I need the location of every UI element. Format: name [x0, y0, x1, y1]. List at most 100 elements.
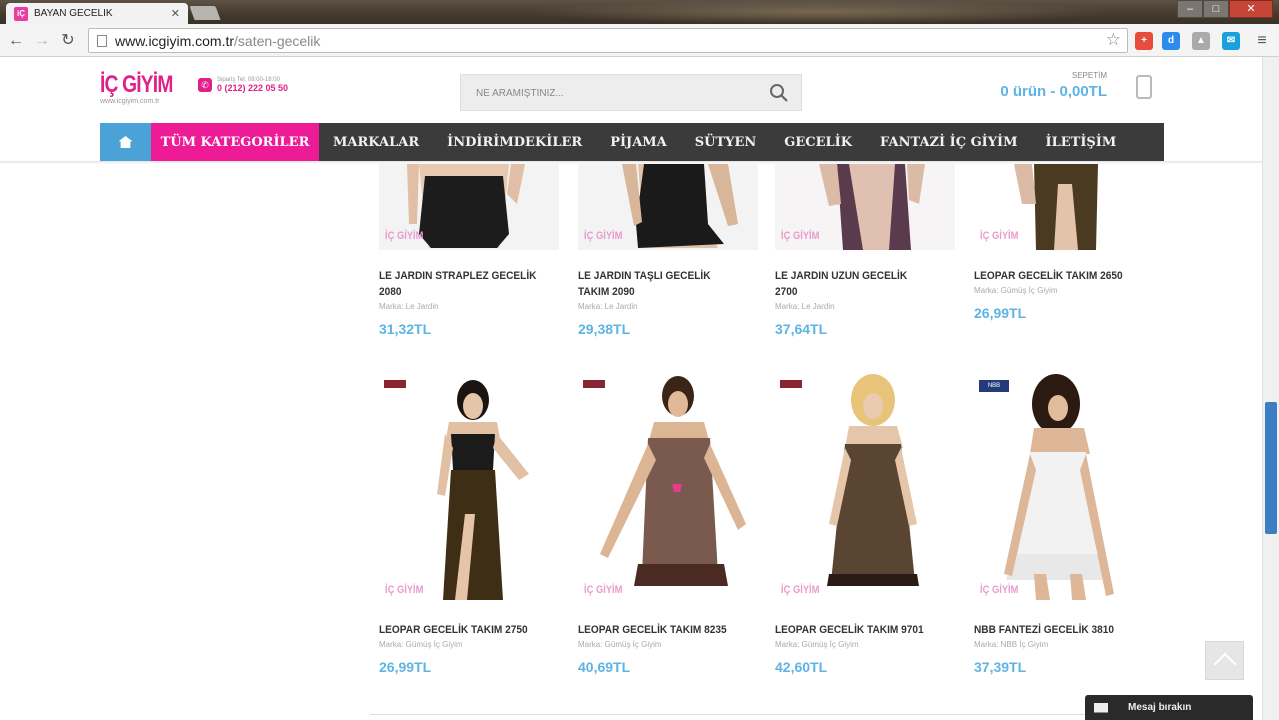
product-price: 37,64TL [775, 321, 828, 337]
product-image[interactable]: NBB İÇ GİYİM [974, 374, 1154, 604]
product-card[interactable]: İÇ GİYİM LEOPAR GECELİK TAKIM 8235 Marka… [578, 374, 758, 675]
menu-item-markalar[interactable]: MARKALAR [319, 123, 433, 161]
product-card[interactable]: İÇ GİYİM LE JARDIN STRAPLEZ GECELİK 2080 … [379, 164, 559, 337]
product-photo [600, 376, 746, 586]
browser-tab[interactable]: iÇ BAYAN GECELİK ✕ [6, 3, 188, 24]
envelope-icon [1094, 702, 1108, 713]
product-card[interactable]: NBB İÇ GİYİM NBB FANTEZİ GECELİK 3810 Ma… [974, 374, 1154, 675]
product-name[interactable]: LEOPAR GECELİK TAKIM 8235 [578, 622, 744, 638]
product-photo [827, 374, 919, 586]
product-brand: Marka: Le Jardin [379, 302, 439, 311]
product-name[interactable]: LEOPAR GECELİK TAKIM 2650 [974, 268, 1140, 284]
product-card[interactable]: İÇ GİYİM LE JARDIN UZUN GECELİK 2700 Mark… [775, 164, 955, 337]
site-logo[interactable]: İÇ GİYİM www.icgiyim.com.tr [100, 71, 191, 105]
browser-toolbar: ← → ↻ www.icgiyim.com.tr/saten-gecelik ☆… [0, 24, 1279, 57]
product-image[interactable]: İÇ GİYİM [775, 374, 955, 604]
extension-icon-4[interactable]: ✉ [1222, 32, 1240, 50]
leave-message-button[interactable]: Mesaj bırakın [1085, 695, 1253, 720]
product-photo [1004, 374, 1114, 600]
page-icon [97, 34, 107, 47]
extension-icon-2[interactable]: d [1162, 32, 1180, 50]
watermark-logo: İÇ GİYİM [385, 584, 424, 596]
product-price: 29,38TL [578, 321, 631, 337]
menu-item-iletisim[interactable]: İLETİŞİM [1032, 123, 1131, 161]
product-brand: Marka: Gümüş İç Giyim [578, 640, 662, 649]
extension-icon-3[interactable]: ▲ [1192, 32, 1210, 50]
main-menu: TÜM KATEGORİLER MARKALAR İNDİRİMDEKİLER … [100, 123, 1164, 161]
product-name[interactable]: LE JARDIN STRAPLEZ GECELİK 2080 [379, 268, 545, 300]
search-icon[interactable] [769, 83, 789, 103]
product-brand: Marka: Gümüş İç Giyim [379, 640, 463, 649]
product-card[interactable]: İÇ GİYİM LEOPAR GECELİK TAKIM 2750 Marka… [379, 374, 559, 675]
product-badge [384, 380, 406, 388]
menu-item-pijama[interactable]: PİJAMA [596, 123, 681, 161]
bookmark-star-icon[interactable]: ☆ [1106, 30, 1121, 50]
product-card[interactable]: İÇ GİYİM LE JARDIN TAŞLI GECELİK TAKIM 20… [578, 164, 758, 337]
product-price: 42,60TL [775, 659, 828, 675]
shopping-bag-icon[interactable] [1136, 75, 1152, 99]
product-image[interactable]: İÇ GİYİM [578, 374, 758, 604]
url-text: www.icgiyim.com.tr/saten-gecelik [115, 32, 321, 49]
menu-item-indirimdekiler[interactable]: İNDİRİMDEKİLER [433, 123, 596, 161]
new-tab-button[interactable] [189, 6, 221, 20]
product-price: 40,69TL [578, 659, 631, 675]
product-price: 37,39TL [974, 659, 1027, 675]
content-divider [370, 714, 1150, 715]
watermark-logo: İÇ GİYİM [781, 584, 820, 596]
menu-item-fantazi[interactable]: FANTAZİ İÇ GİYİM [866, 123, 1031, 161]
site-header: İÇ GİYİM www.icgiyim.com.tr ✆ Sipariş Te… [0, 57, 1262, 161]
scroll-to-top-button[interactable] [1205, 641, 1244, 680]
cart-summary[interactable]: SEPETİM 0 ürün - 0,00TL [985, 71, 1107, 100]
address-bar[interactable]: www.icgiyim.com.tr/saten-gecelik ☆ [88, 28, 1128, 53]
product-badge: NBB [979, 380, 1009, 392]
tab-title: BAYAN GECELİK [34, 8, 113, 19]
watermark-logo: İÇ GİYİM [584, 230, 623, 242]
product-card[interactable]: İÇ GİYİM LEOPAR GECELİK TAKIM 9701 Marka… [775, 374, 955, 675]
home-icon [118, 136, 133, 148]
watermark-logo: İÇ GİYİM [781, 230, 820, 242]
product-brand: Marka: Le Jardin [775, 302, 835, 311]
menu-home[interactable] [100, 123, 151, 161]
phone-number: 0 (212) 222 05 50 [217, 83, 289, 93]
product-name[interactable]: NBB FANTEZİ GECELİK 3810 [974, 622, 1140, 638]
logo-text: İÇ GİYİM [100, 71, 173, 98]
product-price: 31,32TL [379, 321, 432, 337]
product-card[interactable]: İÇ GİYİM LEOPAR GECELİK TAKIM 2650 Marka… [974, 164, 1154, 321]
window-close-button[interactable]: ✕ [1229, 0, 1273, 18]
tab-strip-background [520, 0, 1120, 24]
product-brand: Marka: NBB İç Giyim [974, 640, 1049, 649]
product-badge [780, 380, 802, 388]
forward-arrow-icon[interactable]: → [32, 31, 52, 51]
product-image[interactable]: İÇ GİYİM [578, 164, 758, 250]
product-image[interactable]: İÇ GİYİM [379, 374, 559, 604]
reload-icon[interactable]: ↻ [58, 31, 78, 51]
watermark-logo: İÇ GİYİM [584, 584, 623, 596]
watermark-logo: İÇ GİYİM [980, 230, 1019, 242]
product-name[interactable]: LEOPAR GECELİK TAKIM 2750 [379, 622, 545, 638]
watermark-logo: İÇ GİYİM [385, 230, 424, 242]
page-scrollbar[interactable] [1262, 57, 1279, 720]
scrollbar-thumb[interactable] [1265, 402, 1277, 534]
product-name[interactable]: LE JARDIN TAŞLI GECELİK TAKIM 2090 [578, 268, 744, 300]
chrome-menu-icon[interactable]: ≡ [1252, 31, 1272, 51]
phone-contact: ✆ Sipariş Tel: 09:00-18:00 0 (212) 222 0… [198, 77, 288, 93]
menu-all-categories[interactable]: TÜM KATEGORİLER [151, 123, 319, 161]
menu-item-sutyen[interactable]: SÜTYEN [681, 123, 770, 161]
product-badge [583, 380, 605, 388]
product-name[interactable]: LE JARDIN UZUN GECELİK 2700 [775, 268, 941, 300]
product-price: 26,99TL [974, 305, 1027, 321]
product-image[interactable]: İÇ GİYİM [974, 164, 1154, 250]
maximize-button[interactable]: □ [1203, 0, 1229, 18]
extension-icon-1[interactable]: + [1135, 32, 1153, 50]
product-image[interactable]: İÇ GİYİM [775, 164, 955, 250]
menu-item-gecelik[interactable]: GECELİK [770, 123, 866, 161]
search-input[interactable]: NE ARAMIŞTINIZ... [460, 74, 802, 111]
search-placeholder: NE ARAMIŞTINIZ... [476, 88, 564, 99]
tab-close-icon[interactable]: ✕ [171, 7, 180, 20]
browser-tab-strip: iÇ BAYAN GECELİK ✕ – □ ✕ [0, 0, 1279, 24]
back-arrow-icon[interactable]: ← [6, 31, 26, 51]
minimize-button[interactable]: – [1177, 0, 1203, 18]
product-image[interactable]: İÇ GİYİM [379, 164, 559, 250]
chevron-up-icon [1213, 652, 1237, 676]
product-name[interactable]: LEOPAR GECELİK TAKIM 9701 [775, 622, 941, 638]
